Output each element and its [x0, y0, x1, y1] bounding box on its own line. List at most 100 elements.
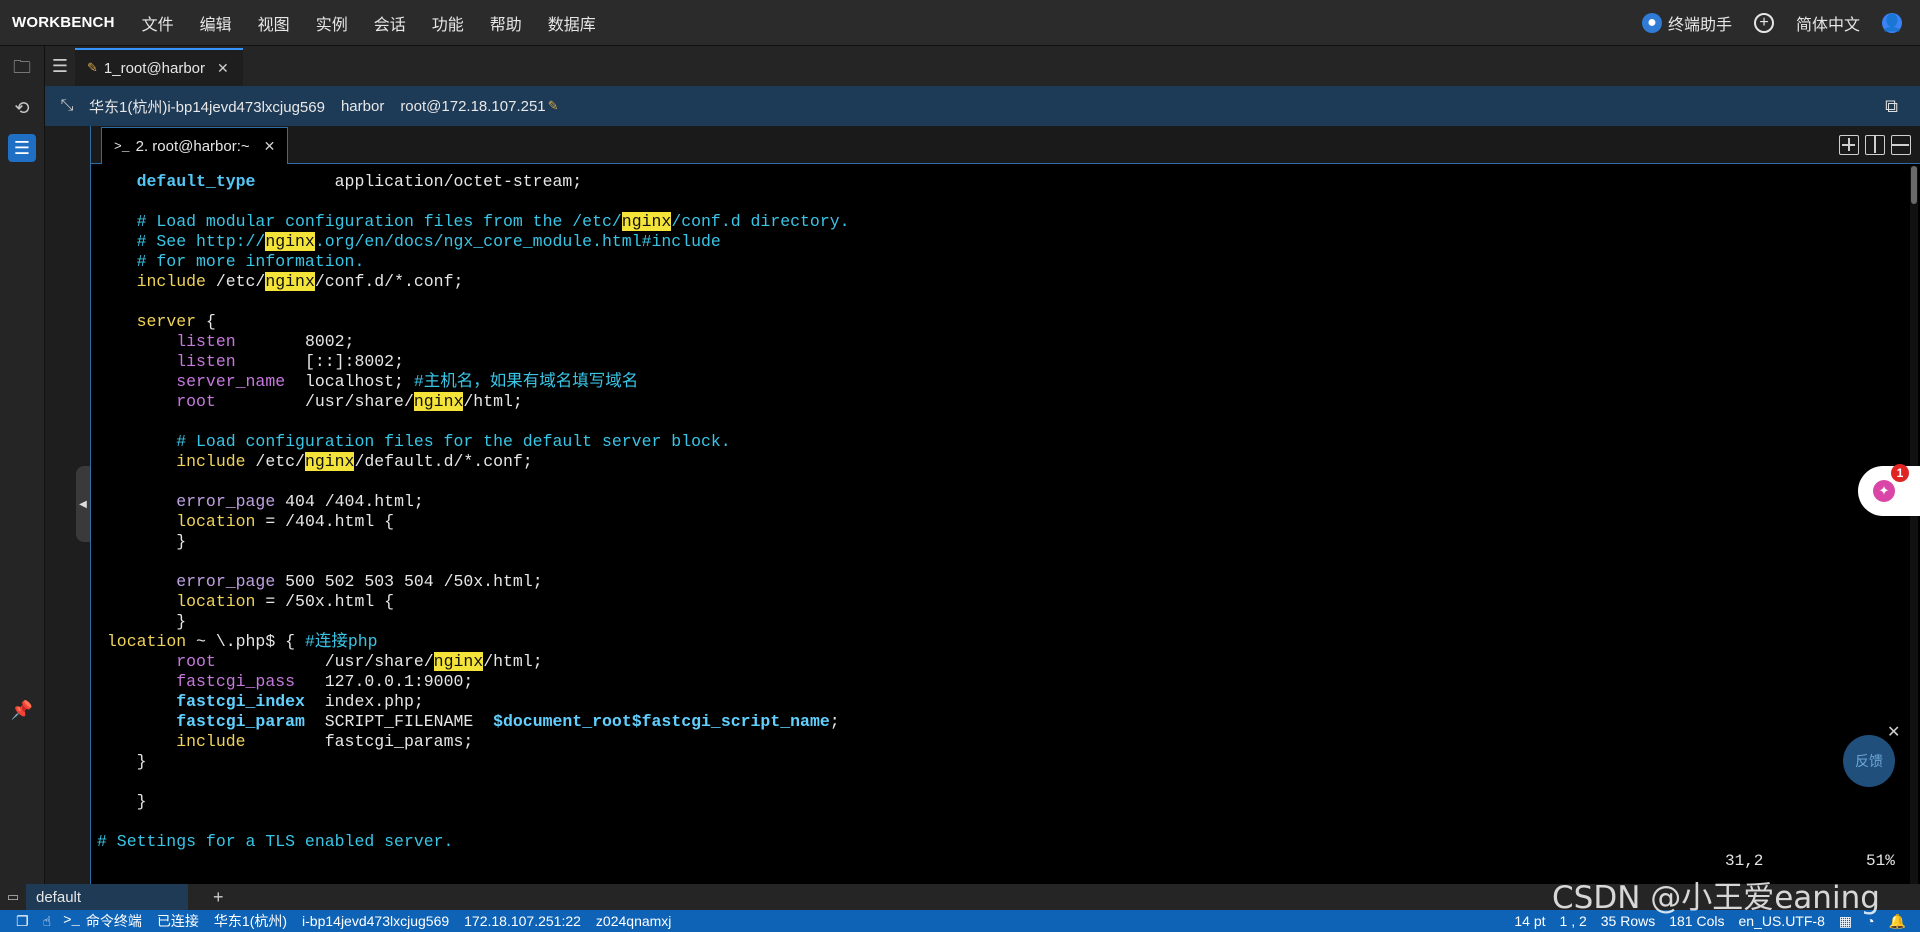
- session-tab-label: 1_root@harbor: [103, 59, 206, 77]
- terminal-text: # See http://: [97, 232, 266, 251]
- menu-features[interactable]: 功能: [432, 11, 464, 35]
- session-tab[interactable]: ✎ 1_root@harbor ✕: [75, 48, 243, 86]
- terminal-line: location ~ \.php$ { #连接php: [97, 632, 1897, 652]
- split-horizontal-icon[interactable]: [1891, 135, 1911, 155]
- terminal-text: 8002;: [235, 332, 355, 351]
- history-icon[interactable]: ⟲: [8, 94, 36, 122]
- watermark: CSDN @小王爱eaning: [1552, 880, 1880, 916]
- terminal-tab[interactable]: >_ 2. root@harbor:~ ✕: [101, 127, 289, 164]
- terminal-icon: >_: [63, 913, 80, 929]
- server-list-icon[interactable]: ☰: [8, 134, 36, 162]
- copy-icon[interactable]: ❐: [16, 913, 29, 930]
- status-terminal-label: 命令终端: [85, 913, 142, 929]
- terminal-text: nginx: [265, 232, 315, 251]
- feedback-button[interactable]: 反馈: [1843, 735, 1895, 787]
- add-circle-icon[interactable]: +: [1753, 12, 1774, 33]
- menu-edit[interactable]: 编辑: [200, 11, 232, 35]
- status-user: z024qnamxj: [595, 913, 672, 929]
- terminal-text: nginx: [433, 652, 484, 671]
- terminal-text: index.php;: [304, 692, 424, 711]
- terminal-text: fastcgi_params;: [245, 732, 474, 751]
- close-icon[interactable]: ✕: [264, 138, 276, 155]
- menu-help[interactable]: 帮助: [490, 11, 522, 35]
- terminal-output[interactable]: default_type application/octet-stream; #…: [97, 172, 1897, 882]
- menu-list-icon[interactable]: ☰: [45, 46, 75, 86]
- terminal-tab-label: 2. root@harbor:~: [135, 137, 250, 155]
- terminal-line: default_type application/octet-stream;: [97, 172, 1897, 192]
- terminal-line: listen [::]:8002;: [97, 352, 1897, 372]
- terminal-line: root /usr/share/nginx/html;: [97, 652, 1897, 672]
- side-collapse-handle[interactable]: ◀: [76, 466, 90, 542]
- language-selector[interactable]: 简体中文: [1796, 11, 1860, 35]
- menu-view[interactable]: 视图: [258, 11, 290, 35]
- folder-icon[interactable]: 🗀: [8, 56, 36, 84]
- terminal-text: /conf.d directory.: [671, 212, 850, 231]
- status-font-size[interactable]: 14 pt: [1514, 913, 1545, 929]
- menu-session[interactable]: 会话: [374, 11, 406, 35]
- floating-helper-button[interactable]: ✦ 1: [1858, 464, 1920, 516]
- terminal-scrollbar[interactable]: [1910, 166, 1918, 884]
- menu-instance[interactable]: 实例: [316, 11, 348, 35]
- hand-icon[interactable]: ☝: [43, 913, 52, 930]
- terminal-line: include /etc/nginx/default.d/*.conf;: [97, 452, 1897, 472]
- collapse-icon[interactable]: ⤡: [45, 97, 89, 115]
- pin-icon[interactable]: 📌: [8, 696, 36, 724]
- terminal-text: [::]:8002;: [235, 352, 404, 371]
- new-split-icon[interactable]: [1839, 135, 1859, 155]
- robot-icon: ●: [1641, 12, 1662, 33]
- lightbulb-icon: ✦: [1873, 480, 1895, 502]
- terminal-text: root: [176, 652, 216, 671]
- add-panel-icon[interactable]: +: [213, 887, 224, 908]
- terminal-text: }: [97, 612, 187, 631]
- terminal-line: # Settings for a TLS enabled server.: [97, 832, 1897, 852]
- status-region: 华东1(杭州): [213, 913, 288, 929]
- terminal-line: fastcgi_pass 127.0.0.1:9000;: [97, 672, 1897, 692]
- menu-file[interactable]: 文件: [142, 11, 174, 35]
- terminal-line: }: [97, 752, 1897, 772]
- terminal-tab-bar: >_ 2. root@harbor:~ ✕: [91, 126, 1920, 164]
- terminal-text: default_type: [136, 172, 256, 191]
- host-info-bar: ⤡ 华东1(杭州)i-bp14jevd473lxcjug569 harbor r…: [45, 86, 1920, 126]
- terminal-text: 404 /404.html;: [275, 492, 424, 511]
- terminal-text: /etc/: [205, 272, 266, 291]
- terminal-assistant-button[interactable]: ● 终端助手: [1641, 11, 1732, 35]
- terminal-text: {: [196, 312, 216, 331]
- instance-name: 华东1(杭州)i-bp14jevd473lxcjug569: [89, 98, 325, 116]
- default-panel-tab[interactable]: default: [26, 884, 188, 910]
- split-vertical-icon[interactable]: [1865, 135, 1885, 155]
- sidebar-toggle-icon[interactable]: ⧉: [1885, 96, 1898, 117]
- terminal-line: server {: [97, 312, 1897, 332]
- terminal-text: ~ \.php$ {: [186, 632, 305, 651]
- terminal-text: include: [136, 272, 206, 291]
- scrollbar-thumb[interactable]: [1911, 166, 1917, 204]
- terminal-text: error_page: [176, 572, 276, 591]
- close-icon[interactable]: ✕: [217, 60, 229, 77]
- terminal-text: fastcgi_index: [176, 692, 305, 711]
- terminal-text: nginx: [265, 272, 315, 291]
- terminal-text: nginx: [304, 452, 355, 471]
- terminal-text: }: [97, 532, 187, 551]
- login-address: root@172.18.107.251: [400, 97, 546, 115]
- terminal-line: fastcgi_index index.php;: [97, 692, 1897, 712]
- terminal-text: # for more information.: [97, 252, 365, 271]
- close-icon[interactable]: ✕: [1887, 722, 1900, 742]
- user-avatar-icon[interactable]: 👤: [1882, 12, 1902, 33]
- terminal-text: include: [176, 452, 246, 471]
- menu-database[interactable]: 数据库: [548, 11, 596, 35]
- bell-icon[interactable]: 🔔: [1889, 913, 1906, 930]
